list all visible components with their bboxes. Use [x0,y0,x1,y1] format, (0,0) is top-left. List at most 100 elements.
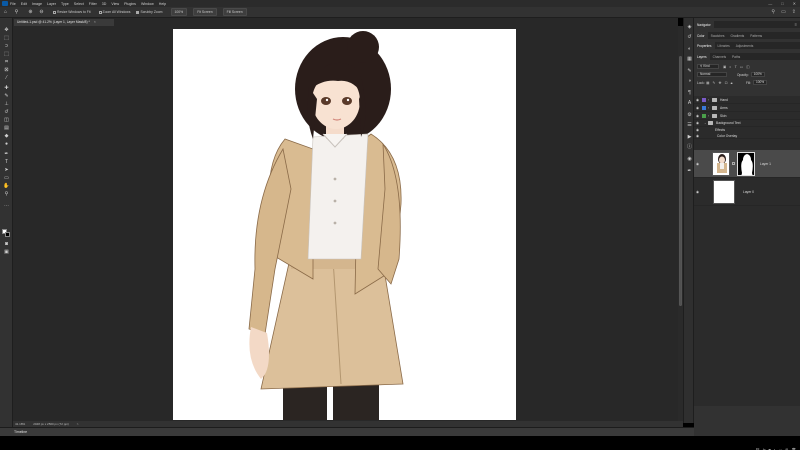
layer-thumbnail[interactable] [712,151,730,176]
pen-tool-icon[interactable]: ✒ [3,152,10,157]
canvas-area[interactable] [13,26,678,423]
tab-channels[interactable]: Channels [710,53,729,60]
zoom-level[interactable]: 41.18% [15,422,25,426]
fit-screen-button[interactable]: Fit Screen [193,8,217,16]
layer-name[interactable]: Layer 1 [760,162,771,166]
clone-stamp-tool-icon[interactable]: ⊥ [3,102,10,107]
tab-paths[interactable]: Paths [729,53,743,60]
eye-icon[interactable]: ◉ [694,134,701,138]
vertical-scroll-thumb[interactable] [679,56,682,306]
layer-thumbnail[interactable] [713,179,735,204]
adjustment-filter-icon[interactable]: ◐ [729,65,731,69]
document-tab[interactable]: Untitled-1.psd @ 41.2% (Layer 1, Layer M… [14,19,114,26]
eyedropper-tool-icon[interactable]: ⁄ [3,76,10,81]
character-panel-icon[interactable]: A [686,100,693,106]
smart-filter-icon[interactable]: ◫ [746,65,749,69]
navigator-panel-icon[interactable]: ◈ [686,24,693,30]
layer-name[interactable]: Arms [720,106,728,110]
tab-gradients[interactable]: Gradients [727,32,747,39]
type-tool-icon[interactable]: T [3,160,10,165]
tab-patterns[interactable]: Patterns [747,32,765,39]
eye-icon[interactable]: ◉ [694,106,701,110]
tab-properties[interactable]: Properties [694,42,715,49]
maximize-icon[interactable]: □ [781,1,783,6]
shape-filter-icon[interactable]: ▭ [740,65,743,69]
move-tool-icon[interactable]: ✥ [3,28,10,33]
type-filter-icon[interactable]: T [735,65,737,69]
actions-panel-icon[interactable]: ▶ [686,134,693,140]
close-window-icon[interactable]: ✕ [793,1,796,6]
layer-name[interactable]: Color Overlay [717,134,737,138]
background-color-swatch[interactable] [5,232,10,237]
photoshop-logo-icon[interactable] [2,1,8,6]
tab-navigator[interactable]: Navigator [694,21,714,28]
menu-file[interactable]: File [10,2,16,6]
menu-layer[interactable]: Layer [47,2,56,6]
menu-view[interactable]: View [111,2,119,6]
menu-window[interactable]: Window [141,2,154,6]
fill-field[interactable]: 100% [752,80,768,85]
zoom-tool-sidebar-icon[interactable]: ⚲ [3,192,10,197]
status-menu-arrow[interactable]: > [77,422,79,426]
adjustments-panel-icon[interactable]: ◑ [686,78,693,84]
eye-icon[interactable]: ◉ [694,162,701,166]
resize-windows-checkbox[interactable] [53,10,56,14]
properties-panel-icon[interactable]: ⚙ [686,112,693,118]
history-brush-tool-icon[interactable]: ↺ [3,110,10,115]
lock-icon[interactable]: 🔒︎ [731,81,733,85]
zoom-in-icon[interactable]: ⊕ [28,9,33,15]
zoom-out-icon[interactable]: ⊖ [39,9,44,15]
zoom-tool-icon[interactable]: ⚲ [14,9,19,15]
layer-name[interactable]: Background Text [716,121,741,125]
frame-tool-icon[interactable]: ⊠ [3,68,10,73]
layer-row-skin[interactable]: ◉ › Skin [694,112,800,120]
menu-plugins[interactable]: Plugins [124,2,136,6]
layer-name[interactable]: Effects [715,128,725,132]
swatches-panel-icon[interactable]: ▦ [686,56,693,62]
artboard[interactable] [173,29,516,420]
search-icon[interactable]: ⚲ [771,9,775,15]
fill-screen-button[interactable]: Fill Screen [222,8,247,16]
pixel-filter-icon[interactable]: ▣ [723,65,726,69]
paths-panel-icon[interactable]: ✒ [686,168,693,174]
lasso-tool-icon[interactable]: ↄ [3,44,10,49]
quick-mask-icon[interactable]: ◙ [3,242,10,247]
layer-row-color-overlay[interactable]: ◉ Color Overlay [694,133,800,139]
menu-edit[interactable]: Edit [21,2,27,6]
path-select-tool-icon[interactable]: ➤ [3,168,10,173]
eye-icon[interactable]: ◉ [694,190,701,194]
layer-kind-filter[interactable]: ⚲ Kind [697,64,719,69]
share-icon[interactable]: ⇪ [792,9,796,15]
eye-icon[interactable]: ◉ [694,121,701,125]
resize-windows-option[interactable]: Resize Windows to Fit [53,10,91,14]
layer-name[interactable]: Hand [720,98,728,102]
history-panel-icon[interactable]: ↺ [686,34,693,40]
dodge-tool-icon[interactable]: ● [3,142,10,147]
lock-transparent-icon[interactable]: ▦ [706,81,709,85]
layer-row-layer-1[interactable]: ◉ Layer 1 [694,150,800,178]
object-select-tool-icon[interactable]: ⬚ [3,52,10,57]
brush-tool-icon[interactable]: ✎ [3,94,10,99]
hand-tool-icon[interactable]: ✋ [3,184,10,189]
brushes-panel-icon[interactable]: ✎ [686,68,693,74]
channels-panel-icon[interactable]: ◉ [686,156,693,162]
info-panel-icon[interactable]: ⓘ [686,144,693,150]
scrubby-zoom-checkbox[interactable] [136,10,140,14]
more-tools-icon[interactable]: ⋯ [3,204,10,209]
layer-row-hand[interactable]: ◉ › Hand [694,96,800,104]
layer-mask-thumbnail[interactable] [737,151,755,176]
tab-libraries[interactable]: Libraries [715,42,733,49]
eye-icon[interactable]: ◉ [694,114,701,118]
rectangle-tool-icon[interactable]: ▭ [3,176,10,181]
opacity-field[interactable]: 100% [750,72,765,77]
navigator-panel-menu-icon[interactable]: ≡ [795,22,797,27]
tab-adjustments[interactable]: Adjustments [733,42,757,49]
menu-image[interactable]: Image [32,2,42,6]
lock-artboard-icon[interactable]: ⊡ [725,81,728,85]
layer-name[interactable]: Skin [720,114,726,118]
workspace-icon[interactable]: ▭ [781,9,786,15]
menu-filter[interactable]: Filter [89,2,97,6]
zoom-all-windows-option[interactable]: Zoom All Windows [98,10,130,14]
tab-color[interactable]: Color [694,32,708,39]
lock-pixels-icon[interactable]: ✎ [713,81,716,85]
